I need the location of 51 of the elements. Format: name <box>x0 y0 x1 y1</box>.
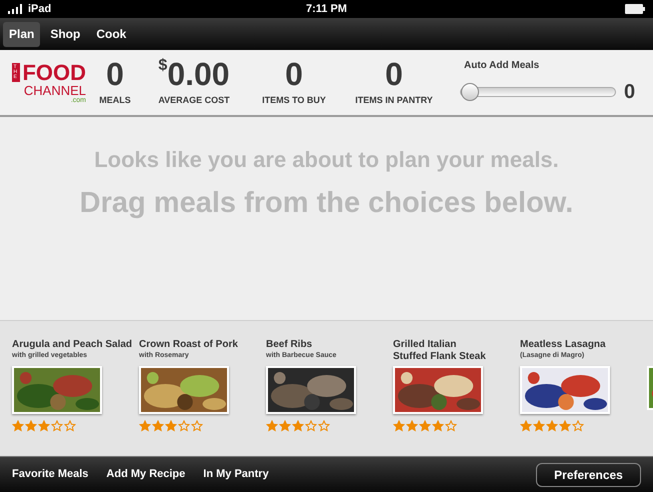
logo-food: FOOD <box>22 62 86 84</box>
stat-value: 0.00 <box>167 58 230 90</box>
slider-value: 0 <box>624 80 636 105</box>
empty-star-icon <box>191 420 203 432</box>
slider-label: Auto Add Meals <box>464 59 540 73</box>
stat-value: 0 <box>285 58 303 90</box>
star-icon <box>559 420 571 432</box>
bottom-link[interactable]: Favorite Meals <box>12 466 88 483</box>
slider-thumb[interactable] <box>461 83 479 101</box>
meal-title: Meatless Lasagna <box>520 339 606 351</box>
carrier-label: iPad <box>28 2 52 17</box>
star-icon <box>12 420 24 432</box>
star-icon <box>546 420 558 432</box>
stat-value: 0 <box>106 58 124 90</box>
star-icon <box>406 420 418 432</box>
stat-label: AVERAGE COST <box>158 94 230 107</box>
tab[interactable]: Shop <box>44 22 86 46</box>
battery-icon <box>624 4 645 14</box>
star-icon <box>165 420 177 432</box>
star-icon <box>38 420 50 432</box>
star-icon <box>292 420 304 432</box>
stat-label: MEALS <box>99 94 131 107</box>
meal-title: Arugula and Peach Salad <box>12 339 132 351</box>
clock: 7:11 PM <box>305 2 348 17</box>
meal-title: Crown Roast of Pork <box>139 339 238 351</box>
stat-label: ITEMS IN PANTRY <box>355 94 433 107</box>
empty-star-icon <box>64 420 76 432</box>
meal-title: Grilled Italian <box>393 339 456 351</box>
stat-value: 0 <box>385 58 403 90</box>
star-icon <box>152 420 164 432</box>
logo-channel: CHANNEL <box>24 84 86 96</box>
star-icon <box>279 420 291 432</box>
meal-title: Stuffed Flank Steak <box>393 351 486 363</box>
star-icon <box>520 420 532 432</box>
signal-icon <box>8 4 24 14</box>
star-icon <box>419 420 431 432</box>
empty-star-icon <box>318 420 330 432</box>
star-icon <box>393 420 405 432</box>
bottom-link[interactable]: Add My Recipe <box>106 466 186 483</box>
star-icon <box>432 420 444 432</box>
star-icon <box>266 420 278 432</box>
star-icon <box>533 420 545 432</box>
stat-label: ITEMS TO BUY <box>262 94 326 107</box>
star-icon <box>139 420 151 432</box>
meal-title: Beef Ribs <box>266 339 312 351</box>
currency-sign: $ <box>158 58 168 74</box>
preferences-button[interactable]: Preferences <box>536 462 641 486</box>
star-icon <box>25 420 37 432</box>
tab[interactable]: Plan <box>3 22 40 46</box>
tab[interactable]: Cook <box>90 22 132 46</box>
bottom-link[interactable]: In My Pantry <box>203 466 269 483</box>
